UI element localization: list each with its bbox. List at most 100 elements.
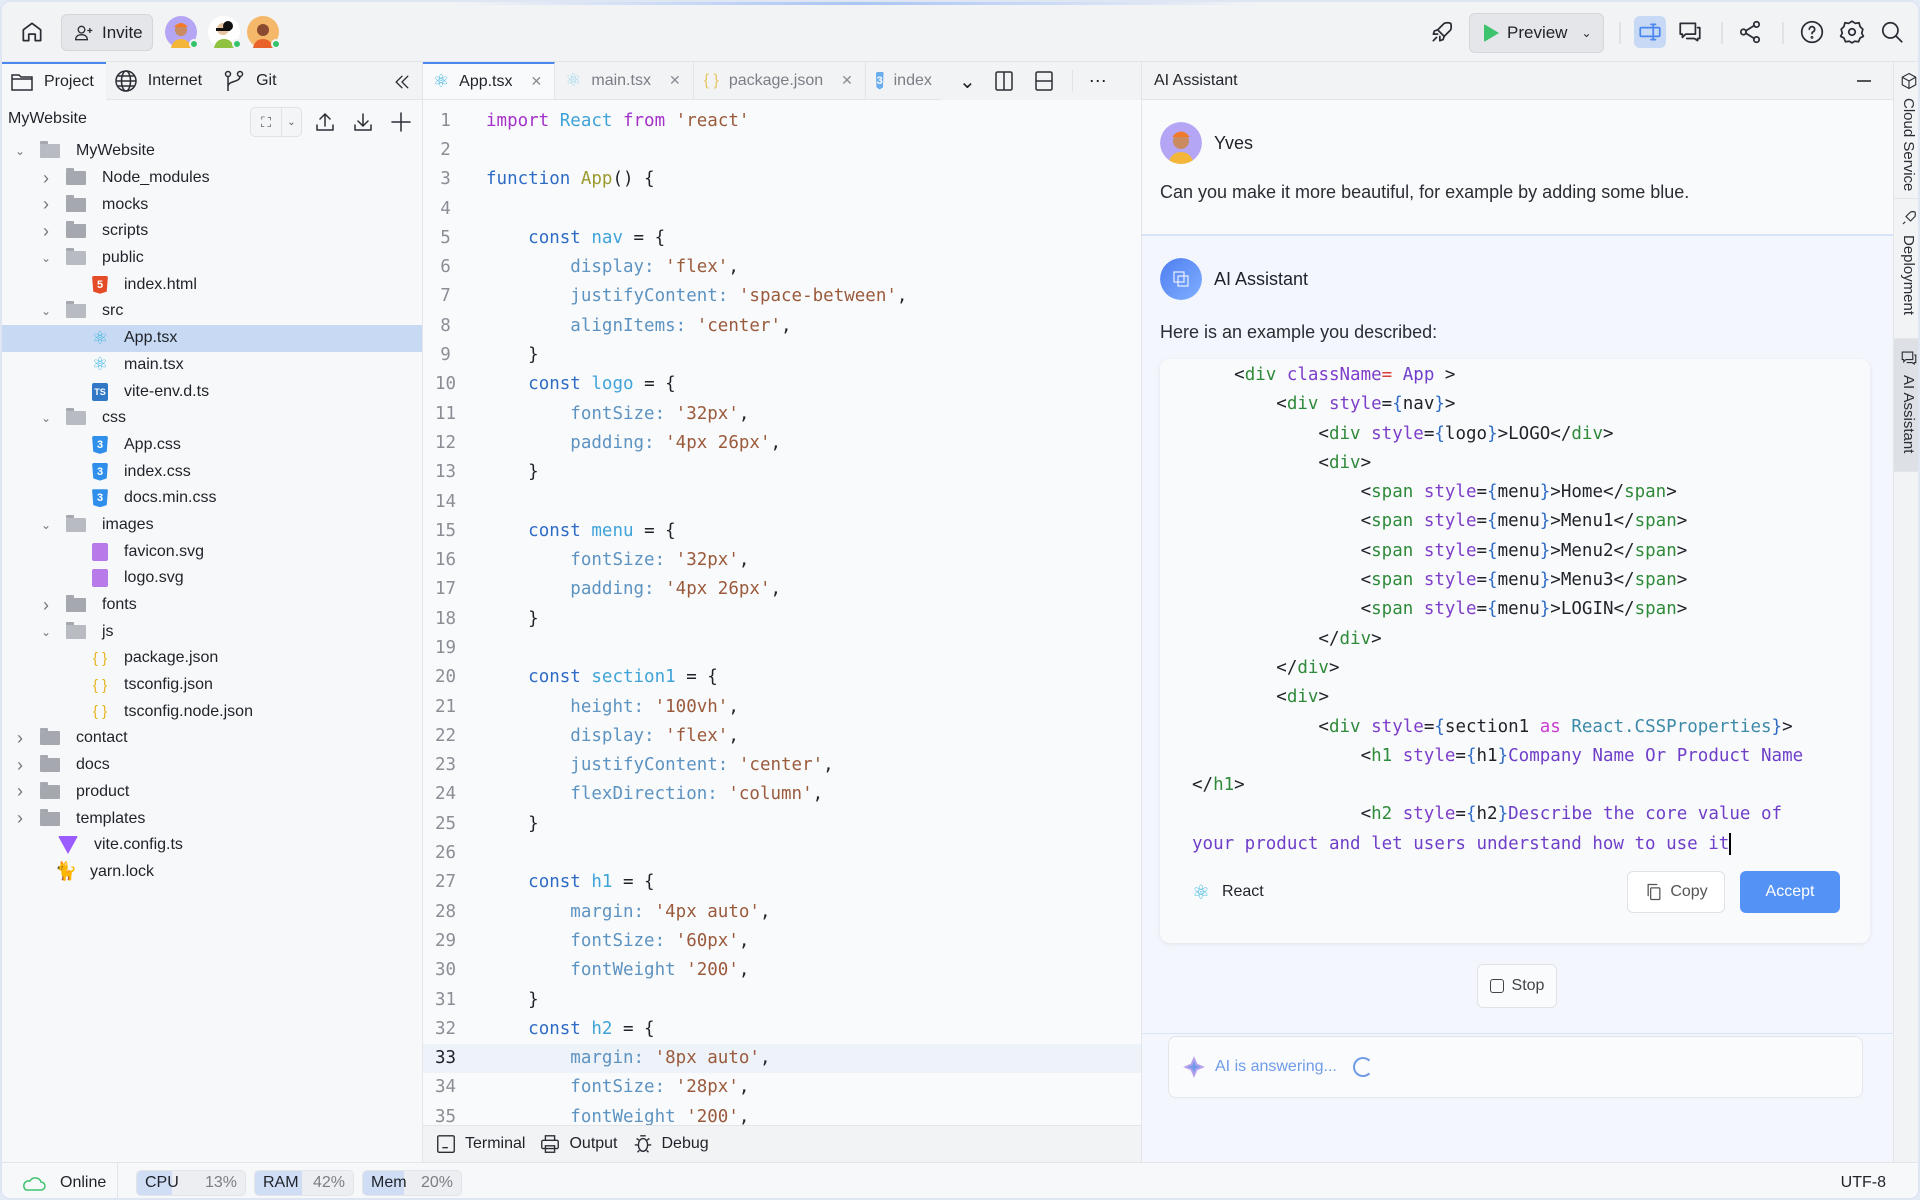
suggested-code[interactable]: <div className= App > <div style={nav}> … [1192,361,1842,859]
encoding-label[interactable]: UTF-8 [1841,1174,1886,1192]
help-button[interactable] [1794,14,1830,50]
tab-terminal[interactable]: Terminal [435,1133,525,1155]
split-horizontal-icon[interactable] [1032,69,1056,93]
tab-internet[interactable]: Internet [106,62,214,100]
editor-tab[interactable]: ⚛ App.tsx ✕ [423,62,556,99]
editor-tab[interactable]: ⚛ main.tsx ✕ [555,62,694,99]
layout-toggle-button[interactable] [1634,16,1666,48]
share-button[interactable] [1732,14,1768,50]
meter-value: 20% [420,1173,453,1191]
upload-button[interactable] [310,104,340,140]
connection-status[interactable]: Online [2,1162,118,1198]
more-options-button[interactable]: ⋯ [1089,71,1108,92]
collapse-panel-button[interactable] [390,70,414,94]
tab-output[interactable]: Output [539,1133,618,1155]
expand-collapse-button[interactable]: ⛶ ⌄ [250,107,302,137]
tree-folder[interactable]: › contact [2,725,422,752]
tree-file[interactable]: 🐈 yarn.lock [2,859,422,886]
tree-file[interactable]: 3 docs.min.css [2,485,422,512]
tree-folder[interactable]: › mocks [2,191,422,218]
tree-folder[interactable]: ⌄ images [2,512,422,539]
tab-git[interactable]: Git [214,62,288,100]
chevron-right-icon[interactable]: › [14,781,26,802]
tree-folder[interactable]: ⌄ public [2,245,422,272]
tree-folder[interactable]: ⌄ css [2,405,422,432]
line-content: function App() { [468,169,655,189]
tree-item-label: App.css [124,435,181,453]
tree-file[interactable]: favicon.svg [2,538,422,565]
split-vertical-icon[interactable] [992,69,1016,93]
collaborator-avatar[interactable] [247,16,281,49]
accept-button[interactable]: Accept [1740,871,1840,913]
tree-folder[interactable]: › docs [2,752,422,779]
tab-cloud-service[interactable]: Cloud Service [1894,62,1918,199]
tree-file[interactable]: { } tsconfig.node.json [2,698,422,725]
tree-folder[interactable]: ⌄ src [2,298,422,325]
chevron-right-icon[interactable]: › [40,221,52,242]
chevron-down-icon[interactable]: ⌄ [40,411,52,425]
stop-button[interactable]: Stop [1477,964,1557,1008]
editor-tab[interactable]: 3 index [866,62,944,99]
ai-chat-input[interactable]: AI is answering... [1168,1036,1863,1098]
close-tab-icon[interactable]: ✕ [841,72,853,89]
preview-button[interactable]: Preview ⌄ [1469,13,1604,53]
collaborator-avatar[interactable] [165,16,199,49]
tree-file[interactable]: 5 index.html [2,271,422,298]
close-tab-icon[interactable]: ✕ [669,72,681,89]
tree-folder[interactable]: ⌄ MyWebsite [2,138,422,165]
code-area[interactable]: 1 import React from 'react' 2 3 function App… [423,100,1141,1131]
chevron-right-icon[interactable]: › [40,194,52,215]
chevron-right-icon[interactable]: › [14,728,26,749]
tab-debug[interactable]: Debug [632,1133,709,1155]
tree-file[interactable]: TS vite-env.d.ts [2,378,422,405]
tree-file[interactable]: 3 index.css [2,458,422,485]
chevron-down-icon[interactable]: ⌄ [40,304,52,318]
settings-button[interactable] [1834,14,1870,50]
collaborator-avatar[interactable] [208,16,242,49]
comments-button[interactable] [1672,14,1708,50]
copy-button[interactable]: Copy [1627,871,1725,913]
tree-folder[interactable]: › templates [2,805,422,832]
tree-file[interactable]: { } package.json [2,645,422,672]
rocket-icon [1902,211,1916,225]
chevron-down-icon[interactable]: ⌄ [14,144,26,158]
tab-project[interactable]: Project [2,61,106,100]
chevron-right-icon[interactable]: › [14,755,26,776]
tree-file[interactable]: { } tsconfig.json [2,672,422,699]
tree-file[interactable]: ⚛ main.tsx [2,352,422,379]
chevron-right-icon[interactable]: › [40,168,52,189]
resource-meter-ram: RAM 42% [254,1169,354,1196]
minimize-button[interactable] [1857,80,1871,82]
code-token: style [1423,482,1477,503]
tree-file[interactable]: logo.svg [2,565,422,592]
search-button[interactable] [1874,14,1910,50]
tab-deployment[interactable]: Deployment [1894,199,1918,339]
deploy-button[interactable] [1424,14,1460,50]
tree-folder[interactable]: › product [2,779,422,806]
folder-icon [40,781,60,799]
tree-file[interactable]: 3 App.css [2,432,422,459]
css-file-icon: 3 [92,489,108,508]
tab-list-button[interactable]: ⌄ [959,69,976,94]
tree-folder[interactable]: › fonts [2,592,422,619]
project-name: MyWebsite [8,110,87,127]
tree-folder[interactable]: › scripts [2,218,422,245]
chevron-right-icon[interactable]: › [14,808,26,829]
tree-file[interactable]: vite.config.ts [2,832,422,859]
tree-file[interactable]: ⚛ App.tsx [2,324,422,352]
chevron-down-icon[interactable]: ⌄ [40,251,52,265]
chevron-down-icon[interactable]: ⌄ [40,625,52,639]
code-token: } [486,462,539,483]
home-button[interactable] [14,14,50,50]
editor-tab[interactable]: { } package.json ✕ [694,62,866,99]
close-tab-icon[interactable]: ✕ [531,73,543,90]
chevron-right-icon[interactable]: › [40,595,52,616]
add-file-button[interactable] [386,104,416,140]
tree-folder[interactable]: ⌄ js [2,618,422,645]
download-button[interactable] [348,104,378,140]
tab-ai-assistant[interactable]: AI Assistant [1894,339,1918,472]
code-token: as [1539,716,1572,737]
tree-folder[interactable]: › Node_modules [2,165,422,192]
chevron-down-icon[interactable]: ⌄ [40,518,52,532]
invite-button[interactable]: Invite [61,14,153,51]
